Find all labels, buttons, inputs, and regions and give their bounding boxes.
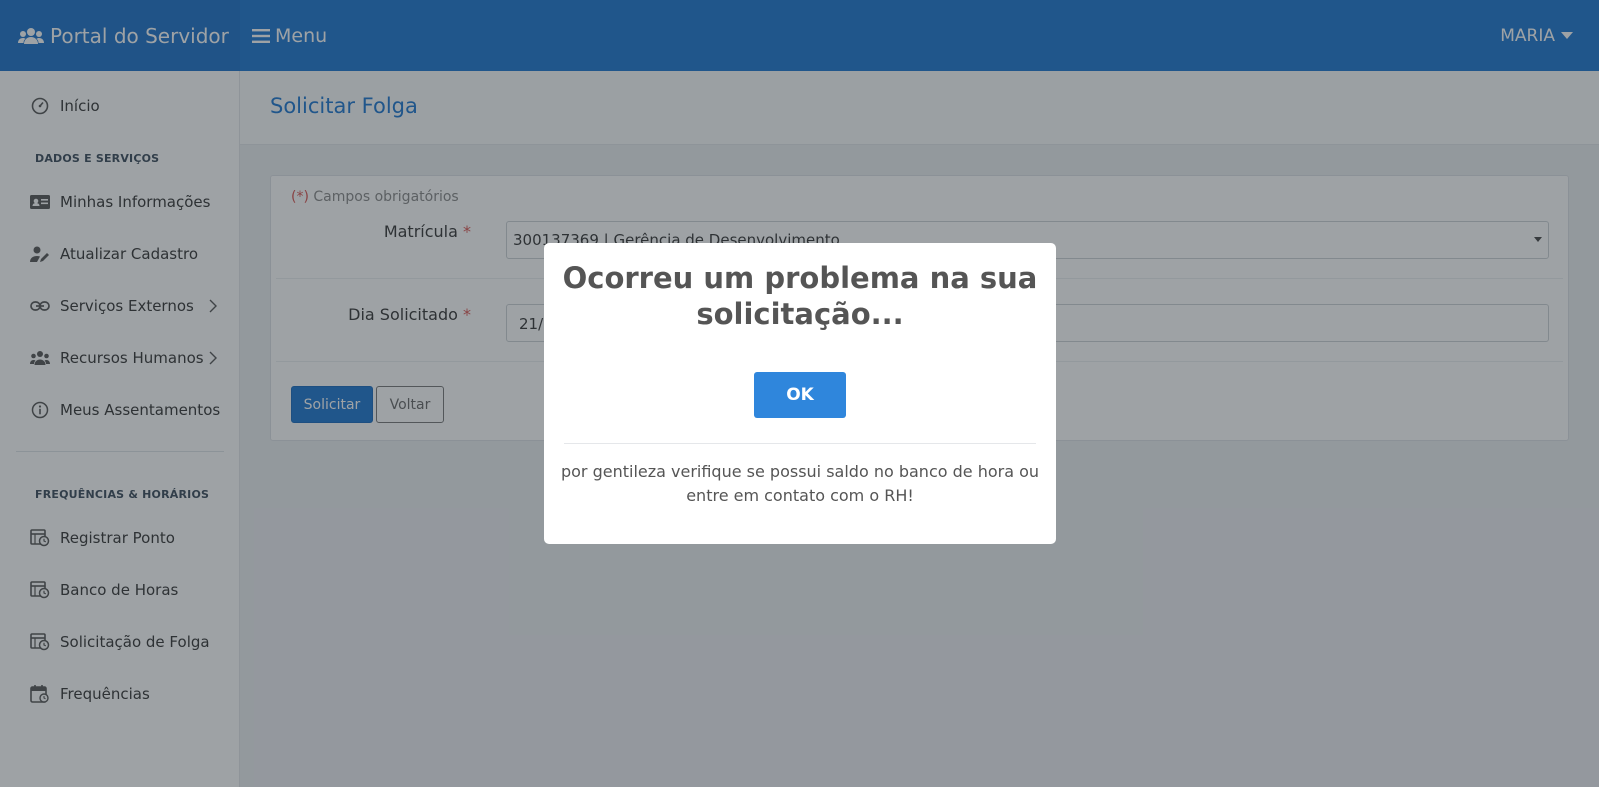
error-dialog: Ocorreu um problema na sua solicitação..… <box>544 243 1056 544</box>
dialog-title: Ocorreu um problema na sua solicitação..… <box>562 261 1038 331</box>
dialog-separator <box>564 443 1036 444</box>
ok-button[interactable]: OK <box>754 372 846 418</box>
dialog-message: por gentileza verifique se possui saldo … <box>560 462 1040 505</box>
